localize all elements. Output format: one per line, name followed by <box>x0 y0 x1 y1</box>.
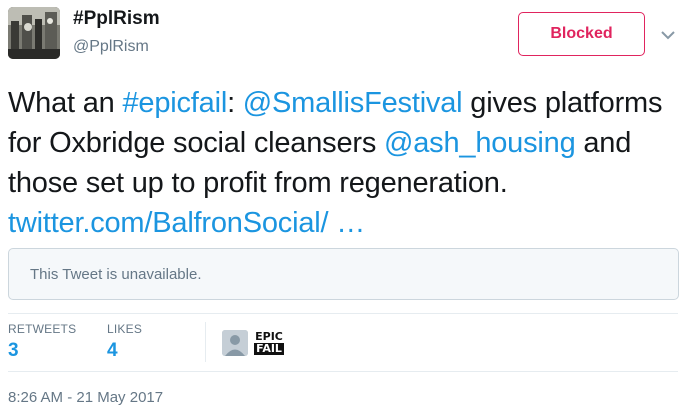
author-avatar[interactable] <box>8 7 60 59</box>
likes-label[interactable]: LIKES <box>107 322 142 336</box>
stats-bottom-divider <box>8 371 678 372</box>
quoted-tweet-unavailable-message: This Tweet is unavailable. <box>30 265 202 283</box>
blocked-button[interactable]: Blocked <box>518 12 645 56</box>
tweet-text: What an #epicfail: @SmallisFestival give… <box>8 83 683 243</box>
likes-count[interactable]: 4 <box>107 340 118 362</box>
mention-link[interactable]: @SmallisFestival <box>243 87 463 119</box>
liker-avatar[interactable] <box>222 330 248 356</box>
url-link[interactable]: twitter.com/BalfronSocial/ … <box>8 207 365 239</box>
tweet-text-segment: : <box>227 87 243 119</box>
retweets-label[interactable]: RETWEETS <box>8 322 76 336</box>
author-handle[interactable]: @PplRism <box>73 38 149 56</box>
author-display-name[interactable]: #PplRism <box>73 8 160 30</box>
stats-vertical-divider <box>205 322 206 362</box>
default-avatar-icon <box>222 330 248 356</box>
badge-line-fail: FAIL <box>254 343 284 355</box>
tweet-timestamp[interactable]: 8:26 AM - 21 May 2017 <box>8 389 163 406</box>
chevron-down-icon[interactable] <box>660 27 676 43</box>
mention-link[interactable]: @ash_housing <box>384 127 576 159</box>
epic-fail-badge-icon[interactable]: EPIC FAIL <box>254 327 284 359</box>
user-avatar-photo <box>8 7 60 59</box>
tweet-text-segment: What an <box>8 87 123 119</box>
stats-top-divider <box>8 313 678 314</box>
retweets-count[interactable]: 3 <box>8 340 19 362</box>
hashtag-link[interactable]: #epicfail <box>122 87 227 119</box>
quoted-tweet-card[interactable]: This Tweet is unavailable. <box>8 248 679 300</box>
